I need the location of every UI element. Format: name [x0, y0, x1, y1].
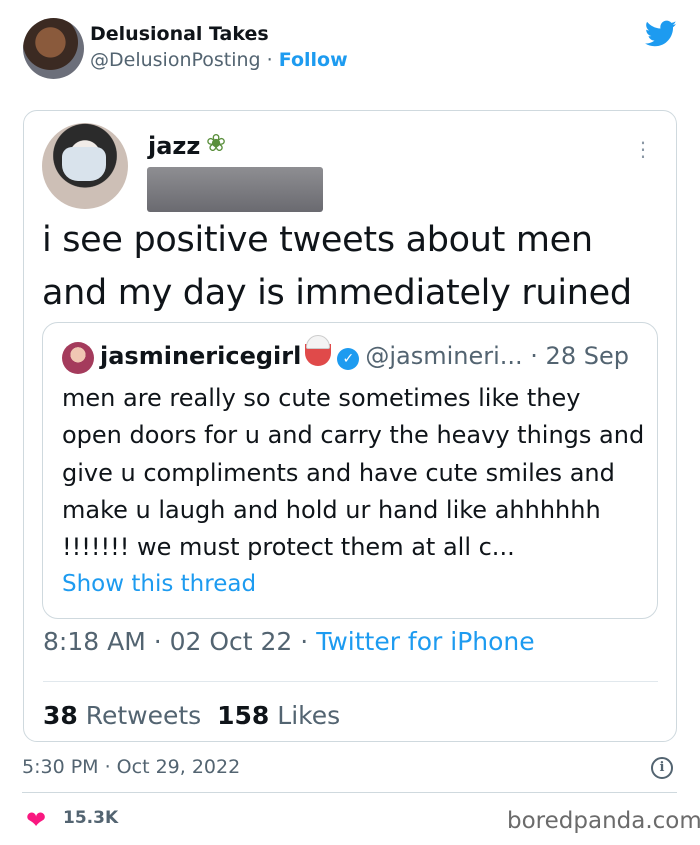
author-name[interactable]: Delusional Takes [90, 23, 269, 45]
retweets-label: Retweets [77, 701, 202, 730]
tweet-timestamp: 8:18 AM · 02 Oct 22 · [43, 627, 317, 656]
quoted-tweet-header: jasminericegirl ✓ @jasmineri... · 28 Sep [100, 335, 629, 370]
likes-count: 158 [217, 701, 270, 730]
face-mask-shape [62, 147, 106, 181]
rice-bowl-icon [305, 335, 332, 366]
divider [43, 681, 658, 682]
author-avatar[interactable] [23, 18, 84, 79]
twitter-bird-icon[interactable] [645, 20, 677, 48]
show-thread-link: Show this thread [62, 571, 257, 597]
retweets-count: 38 [43, 701, 78, 730]
redacted-handle-box [147, 167, 323, 212]
tweet-text: i see positive tweets about men and my d… [42, 220, 632, 313]
quoted-author-name: jasminericegirl [100, 342, 302, 370]
boredpanda-watermark: boredpanda.com [507, 808, 700, 834]
author-handle[interactable]: @DelusionPosting [90, 49, 261, 71]
separator-dot: · [266, 49, 273, 71]
quoted-author-avatar [62, 342, 94, 374]
author-handle-line: @DelusionPosting · Follow [90, 49, 348, 71]
footer-divider [22, 792, 677, 793]
info-icon[interactable]: i [651, 757, 673, 779]
likes-label: Likes [269, 701, 341, 730]
tweet-source: Twitter for iPhone [316, 627, 535, 656]
embed-likes-count[interactable]: 15.3K [63, 808, 118, 828]
potted-plant-icon: ❀ [206, 129, 227, 157]
tweet-stats: 38 Retweets 158 Likes [43, 701, 340, 730]
quoted-tweet-text: men are really so cute sometimes like th… [62, 384, 645, 562]
tweet-meta: 8:18 AM · 02 Oct 22 · Twitter for iPhone [43, 627, 535, 656]
more-options-icon: ⋮ [633, 137, 653, 161]
embed-timestamp[interactable]: 5:30 PM · Oct 29, 2022 [22, 756, 240, 778]
quoted-author-handle: @jasmineri... [365, 342, 523, 370]
quoted-tweet-date: · 28 Sep [522, 342, 629, 370]
jazz-author-name: jazz [148, 132, 201, 160]
verified-badge-icon: ✓ [337, 348, 360, 370]
heart-icon[interactable]: ❤ [26, 806, 46, 834]
follow-button[interactable]: Follow [279, 49, 348, 71]
